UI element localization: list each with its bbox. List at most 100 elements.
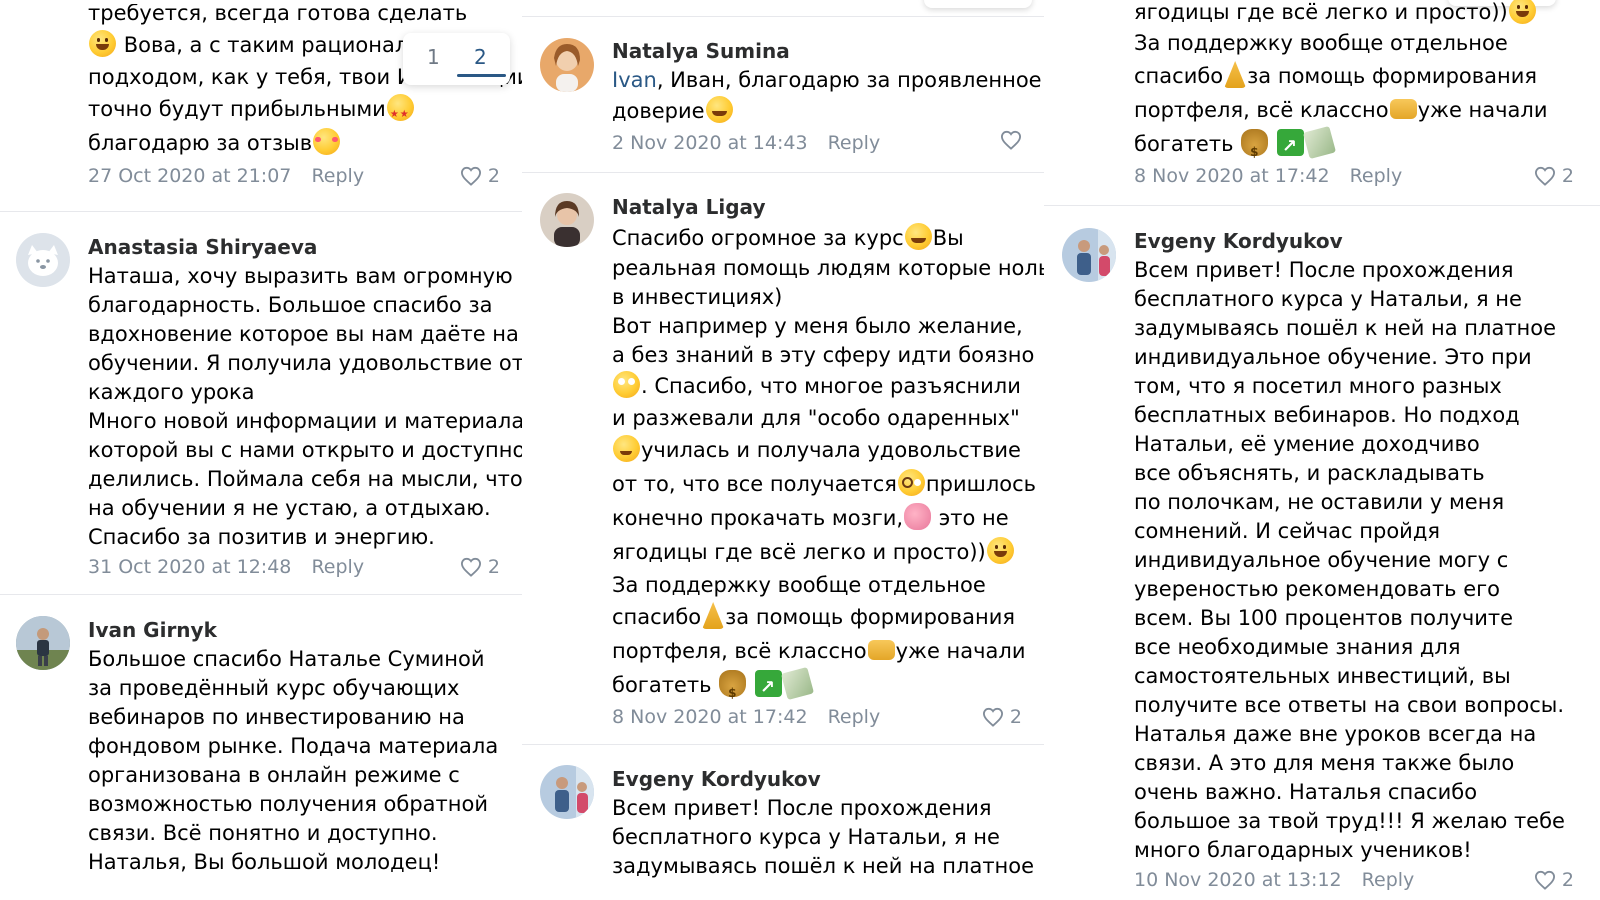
comment-meta: 8 Nov 2020 at 17:42 Reply 2 [1134,163,1574,189]
separator [522,744,1044,745]
comment-meta: 8 Nov 2020 at 17:42 Reply 2 [612,704,1022,730]
user-photo-icon [1062,228,1116,282]
avatar[interactable] [540,193,594,247]
comments-column-2: Natalya Sumina Ivan, Иван, благодарю за … [522,0,1044,900]
brain-emoji-icon [904,503,932,530]
comment-text: Всем привет! После прохождения бесплатно… [612,796,1035,878]
comment-partial: требуется, всегда готова сделать Вова, а… [88,4,522,189]
like-button[interactable]: 2 [1534,867,1574,893]
page-1-link[interactable]: 1 [427,45,440,69]
comments-column-1: 1 2 требуется, всегда готова сделать Вов… [0,0,522,900]
money-wings-emoji-icon [780,666,814,701]
heart-icon [1000,130,1022,150]
handshake-emoji-icon [867,640,895,660]
praying-hands-emoji-icon [702,602,725,629]
user-photo-icon [540,193,594,247]
separator [522,172,1044,173]
comment-text: ягодицы где всё легко и просто)) За подд… [1134,0,1574,169]
comment: Evgeny Kordyukov Всем привет! После прох… [1134,228,1574,893]
like-button[interactable]: 2 [460,554,500,580]
comment: Natalya Ligay Спасибо огромное за курс Вы… [612,194,1044,730]
comment-date: 2 Nov 2020 at 14:43 [612,132,808,154]
separator [0,211,522,212]
comment-author[interactable]: Natalya Sumina [612,38,1022,64]
comment-text: Наташа, хочу выразить вам огромную благо… [88,264,522,549]
comment-date: 31 Oct 2020 at 12:48 [88,556,292,578]
user-photo-icon [16,616,70,670]
user-photo-icon [540,765,594,819]
separator [522,16,1044,17]
like-button[interactable] [1000,130,1022,150]
avatar[interactable] [540,38,594,92]
hugging-emoji-icon [904,223,932,250]
eye-roll-emoji-icon [613,371,640,398]
comment-date: 27 Oct 2020 at 21:07 [88,165,292,187]
smile-emoji-icon [1508,0,1536,24]
comment-meta: 2 Nov 2020 at 14:43 Reply [612,130,1022,156]
separator [1044,205,1600,206]
wink-emoji-icon [613,435,640,462]
avatar[interactable] [540,765,594,819]
comment: Anastasia Shiryaeva Наташа, хочу выразит… [88,234,522,580]
heart-icon [460,166,481,186]
like-button[interactable]: 2 [982,704,1022,730]
comment-meta: 31 Oct 2020 at 12:48 Reply 2 [88,554,500,580]
like-count: 2 [1009,706,1022,728]
heart-icon [1534,166,1555,186]
user-photo-icon [540,38,594,92]
comment-author[interactable]: Anastasia Shiryaeva [88,234,500,260]
money-bag-emoji-icon [719,670,747,710]
heart-icon [1534,870,1555,890]
comment-meta: 10 Nov 2020 at 13:12 Reply 2 [1134,867,1574,893]
comment: Ivan Girnyk Большое спасибо Наталье Суми… [88,617,500,877]
mention-link[interactable]: Ivan [612,68,657,92]
comment: Natalya Sumina Ivan, Иван, благодарю за … [612,38,1042,156]
pagination [924,0,1032,8]
handshake-emoji-icon [1389,99,1417,119]
heart-icon [982,707,1003,727]
comment: Evgeny Kordyukov Всем привет! После прох… [612,766,1035,881]
like-count: 2 [487,556,500,578]
reply-link[interactable]: Reply [311,556,364,578]
money-wings-emoji-icon [1302,125,1336,160]
comment-date: 8 Nov 2020 at 17:42 [1134,165,1330,187]
comment-author[interactable]: Evgeny Kordyukov [612,766,1022,792]
page-2-link[interactable]: 2 [474,45,487,69]
heart-icon [460,557,481,577]
comment-text: Ivan, Иван, благодарю за проявленное дов… [612,68,1042,123]
praying-hands-emoji-icon [1224,61,1247,88]
comment-date: 8 Nov 2020 at 17:42 [612,706,808,728]
comment-date: 10 Nov 2020 at 13:12 [1134,869,1342,891]
star-struck-emoji-icon [386,94,414,131]
avatar[interactable] [1062,228,1116,282]
reply-link[interactable]: Reply [828,706,881,728]
like-count: 2 [1561,869,1574,891]
comment-partial: ягодицы где всё легко и просто)) За подд… [1134,0,1574,189]
reply-link[interactable]: Reply [828,132,881,154]
smile-emoji-icon [986,537,1014,564]
like-button[interactable]: 2 [1534,163,1574,189]
default-dog-avatar-icon [16,233,70,287]
separator [0,594,522,595]
avatar[interactable] [16,616,70,670]
smiling-hearts-emoji-icon [313,128,341,155]
reply-link[interactable]: Reply [1350,165,1403,187]
reply-link[interactable]: Reply [1362,869,1415,891]
nerd-emoji-icon [897,469,925,496]
chart-increasing-emoji-icon [754,670,782,705]
like-button[interactable]: 2 [460,163,500,189]
pagination: 1 2 [403,33,510,85]
like-count: 2 [487,165,500,187]
chart-increasing-emoji-icon [1276,129,1304,164]
comment-author[interactable]: Ivan Girnyk [88,617,500,643]
comment-text: Спасибо огромное за курс Вы реальная помо… [612,222,1044,710]
comment-author[interactable]: Evgeny Kordyukov [1134,228,1574,254]
hugging-emoji-icon [705,96,733,123]
comment-text: Большое спасибо Наталье Суминой за прове… [88,647,499,874]
reply-link[interactable]: Reply [311,165,364,187]
comment-meta: 27 Oct 2020 at 21:07 Reply 2 [88,163,500,189]
comment-author[interactable]: Natalya Ligay [612,194,1022,220]
active-page-indicator [457,74,506,77]
smile-emoji-icon [89,30,116,57]
avatar[interactable] [16,233,70,287]
